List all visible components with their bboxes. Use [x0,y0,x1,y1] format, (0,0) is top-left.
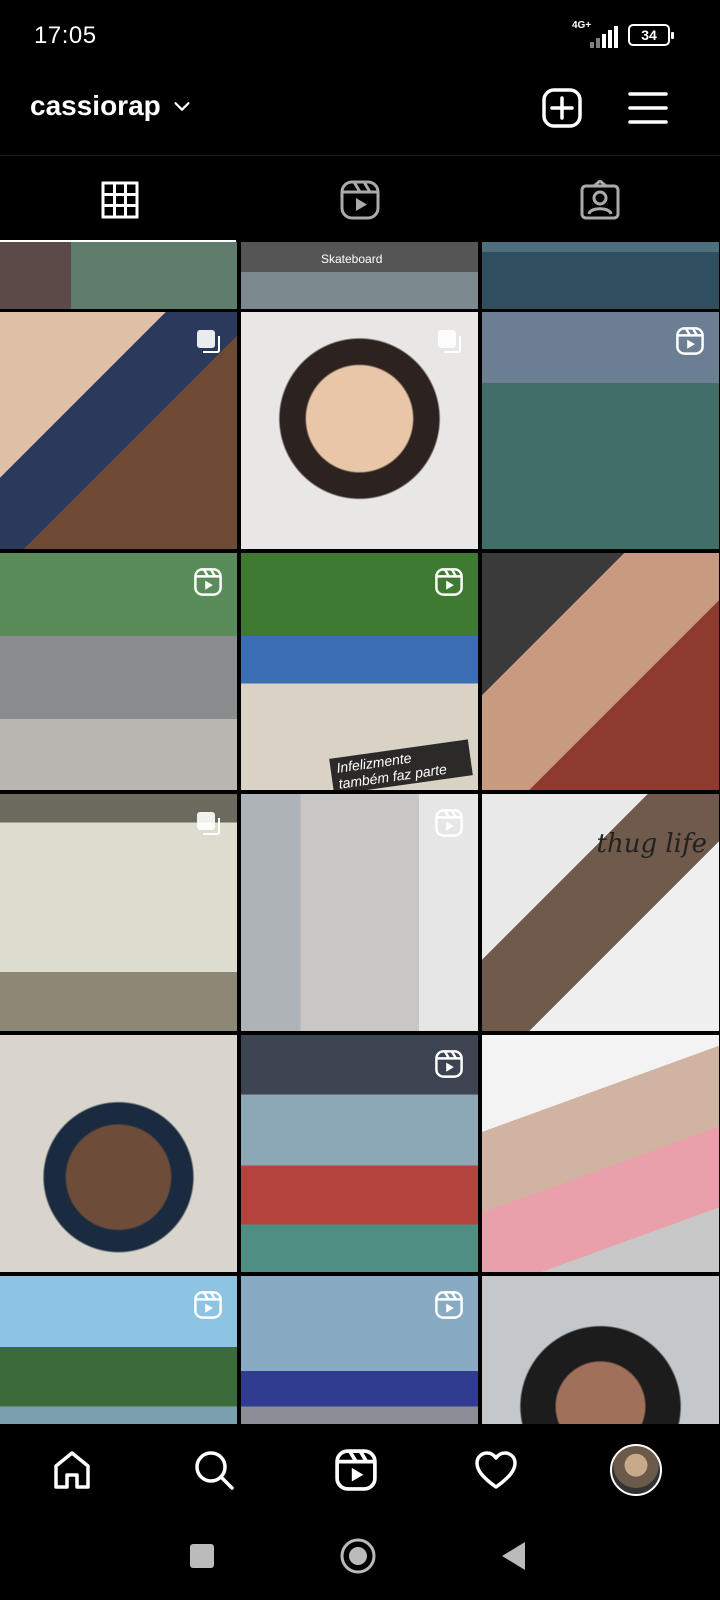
post-thumbnail[interactable] [0,312,237,549]
profile-header: cassiorap [0,72,720,156]
tagged-person-icon [580,179,620,219]
carousel-icon [193,326,223,356]
status-icons: 4G+ 34 [572,20,674,48]
status-bar: 17:05 4G+ 34 [0,0,720,72]
profile-tabs [0,157,720,242]
bottom-navigation [0,1424,720,1514]
battery-level: 34 [641,27,657,43]
reels-badge-icon [434,808,464,838]
post-thumbnail[interactable] [0,553,237,790]
post-thumbnail[interactable] [241,1035,478,1272]
account-switcher[interactable]: cassiorap [30,90,193,122]
system-navigation [0,1514,720,1600]
nav-profile[interactable] [606,1440,666,1500]
battery-icon: 34 [628,24,674,46]
reels-badge-icon [434,567,464,597]
carousel-icon [434,326,464,356]
status-time: 17:05 [34,22,97,49]
back-triangle-icon [502,1542,525,1570]
reels-badge-icon [193,567,223,597]
home-system-button[interactable] [338,1536,378,1576]
reels-badge-icon [434,1290,464,1320]
chevron-down-icon [174,102,190,111]
post-thumbnail[interactable] [241,794,478,1031]
post-caption-overlay: thug life [596,829,708,859]
post-thumbnail[interactable] [0,1276,237,1425]
reels-icon [335,1449,377,1491]
reels-badge-icon [434,1049,464,1079]
post-thumbnail[interactable]: Skateboard [241,242,478,309]
tab-grid[interactable] [0,157,240,242]
post-thumbnail[interactable] [482,1276,719,1425]
nav-activity[interactable] [466,1440,526,1500]
nav-home[interactable] [42,1440,102,1500]
plus-square-icon [542,88,582,128]
post-thumbnail[interactable] [0,794,237,1031]
post-thumbnail[interactable] [0,1035,237,1272]
post-caption-overlay: Infelizmente também faz parte [329,739,473,790]
post-thumbnail[interactable] [0,242,237,309]
create-button[interactable] [538,84,586,132]
network-type: 4G+ [572,20,592,31]
post-thumbnail[interactable] [482,1035,719,1272]
nav-search[interactable] [184,1440,244,1500]
tab-tagged[interactable] [480,157,720,242]
grid-icon [101,181,139,218]
post-thumbnail[interactable] [482,242,719,309]
post-thumbnail[interactable]: thug life [482,794,719,1031]
menu-button[interactable] [624,84,672,132]
post-caption-overlay: Skateboard [321,252,383,266]
username: cassiorap [30,90,161,121]
posts-grid: Skateboard Infelizmente também faz parte… [0,242,720,1425]
tab-reels[interactable] [240,157,480,242]
recents-button[interactable] [182,1536,222,1576]
post-thumbnail[interactable] [241,312,478,549]
post-thumbnail[interactable]: Infelizmente também faz parte [241,553,478,790]
home-icon [54,1451,90,1489]
profile-avatar [610,1444,662,1496]
heart-icon [475,1451,517,1489]
carousel-icon [193,808,223,838]
reels-badge-icon [193,1290,223,1320]
signal-icon: 4G+ [572,20,618,48]
hamburger-menu-icon [628,92,668,124]
reels-badge-icon [675,326,705,356]
search-icon [195,1451,234,1490]
circle-icon [340,1538,376,1574]
reels-icon [340,180,380,219]
post-thumbnail[interactable] [482,553,719,790]
square-icon [190,1544,214,1568]
post-thumbnail[interactable] [482,312,719,549]
post-thumbnail[interactable] [241,1276,478,1425]
back-button[interactable] [494,1536,534,1576]
nav-reels[interactable] [326,1440,386,1500]
